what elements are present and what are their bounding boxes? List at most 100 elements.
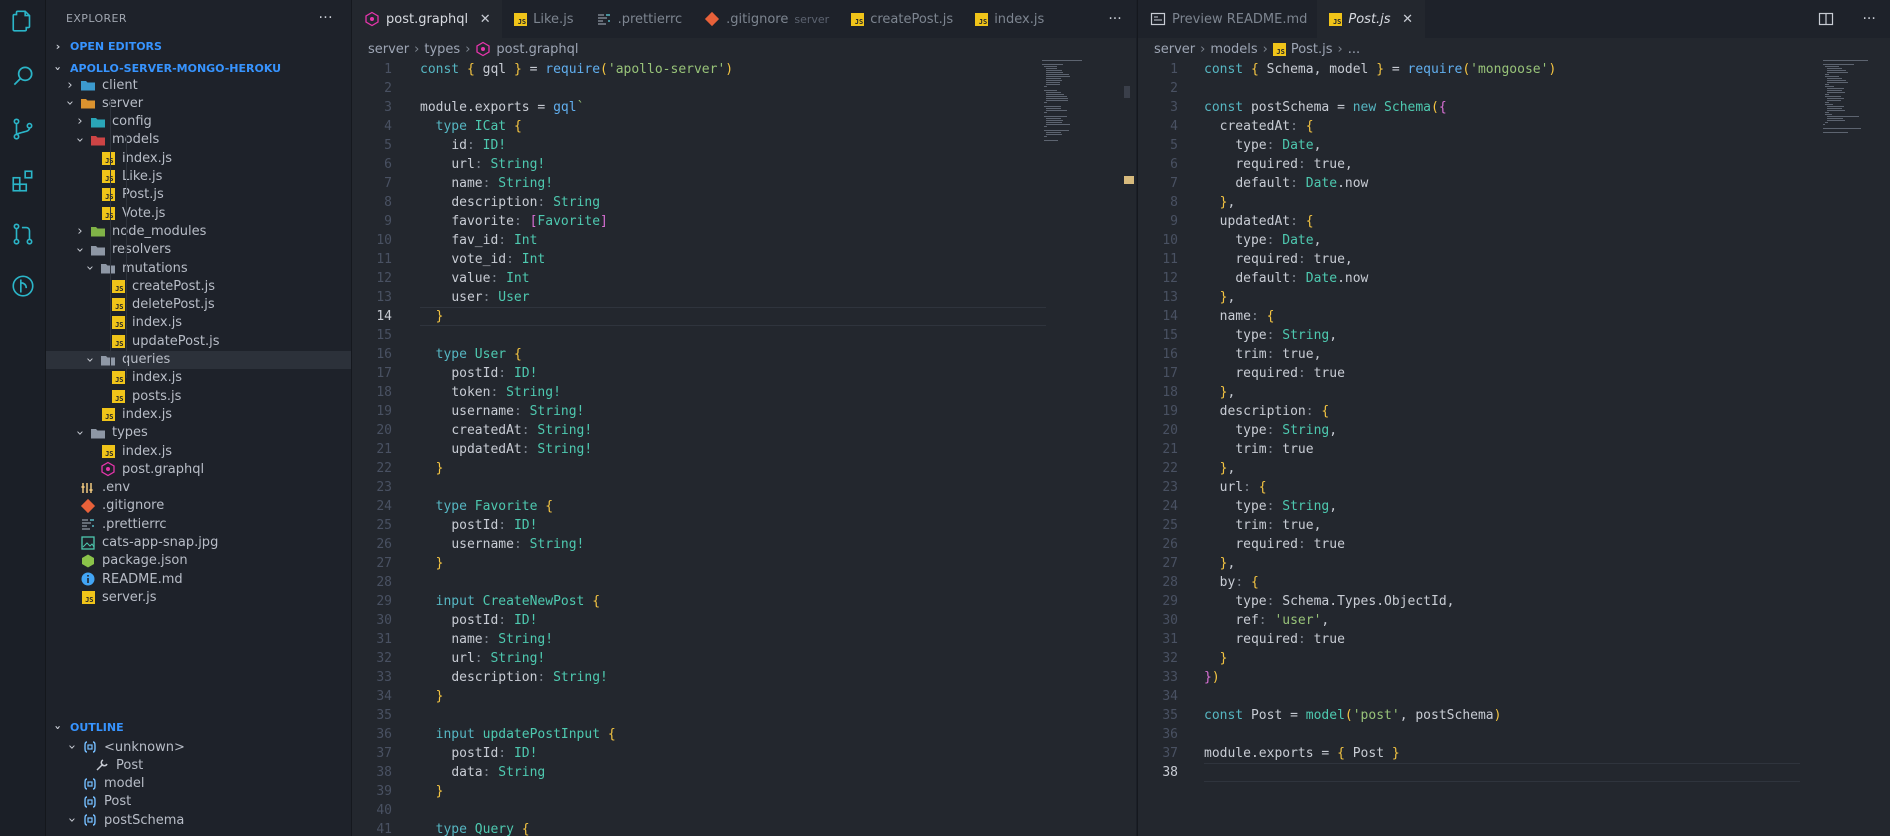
code-line[interactable]: 18 token: String!	[352, 383, 1136, 402]
outline-item[interactable]: › <unknown>	[46, 738, 351, 756]
code-line[interactable]: 5 id: ID!	[352, 136, 1136, 155]
code-line[interactable]: 13 },	[1138, 288, 1890, 307]
pull-requests-icon[interactable]	[0, 213, 46, 255]
code-editor-right[interactable]: 1 const { Schema, model } = require('mong…	[1138, 60, 1890, 836]
tree-item-js[interactable]: JS index.js	[46, 369, 351, 387]
extensions-icon[interactable]	[0, 160, 46, 202]
code-line[interactable]: 35 const Post = model('post', postSchema)	[1138, 706, 1890, 725]
breadcrumb-item[interactable]: server	[368, 42, 409, 57]
code-line[interactable]: 3 const postSchema = new Schema({	[1138, 98, 1890, 117]
code-line[interactable]: 18 },	[1138, 383, 1890, 402]
code-line[interactable]: 1 const { Schema, model } = require('mong…	[1138, 60, 1890, 79]
breadcrumb-item[interactable]: server	[1154, 42, 1195, 57]
code-line[interactable]: 11 required: true,	[1138, 250, 1890, 269]
code-line[interactable]: 8 description: String	[352, 193, 1136, 212]
code-line[interactable]: 6 required: true,	[1138, 155, 1890, 174]
breadcrumb-item[interactable]: models	[1210, 42, 1257, 57]
code-line[interactable]: 31 required: true	[1138, 630, 1890, 649]
gitlens-icon[interactable]	[0, 265, 46, 307]
open-editors-section[interactable]: › OPEN EDITORS	[46, 35, 351, 57]
tree-item-folder[interactable]: › queries	[46, 350, 351, 369]
tree-item-js[interactable]: JS index.js	[46, 405, 351, 423]
code-line[interactable]: 19 username: String!	[352, 402, 1136, 421]
tree-item-node[interactable]: package.json	[46, 552, 351, 570]
code-line[interactable]: 4 createdAt: {	[1138, 117, 1890, 136]
code-line[interactable]: 20 type: String,	[1138, 421, 1890, 440]
code-line[interactable]: 22 }	[352, 459, 1136, 478]
tab-post-graphql[interactable]: post.graphql ✕	[352, 0, 503, 38]
code-line[interactable]: 38	[1138, 763, 1890, 782]
code-line[interactable]: 39 }	[352, 782, 1136, 801]
code-line[interactable]: 36	[1138, 725, 1890, 744]
tree-item-info[interactable]: README.md	[46, 570, 351, 588]
code-line[interactable]: 23	[352, 478, 1136, 497]
code-line[interactable]: 5 type: Date,	[1138, 136, 1890, 155]
code-line[interactable]: 3 module.exports = gql`	[352, 98, 1136, 117]
code-line[interactable]: 19 description: {	[1138, 402, 1890, 421]
tree-item-git[interactable]: .gitignore	[46, 497, 351, 515]
code-line[interactable]: 23 url: {	[1138, 478, 1890, 497]
code-line[interactable]: 30 postId: ID!	[352, 611, 1136, 630]
code-line[interactable]: 38 data: String	[352, 763, 1136, 782]
code-line[interactable]: 33 description: String!	[352, 668, 1136, 687]
tab-preview-readme-md[interactable]: Preview README.md	[1138, 0, 1317, 38]
code-line[interactable]: 6 url: String!	[352, 155, 1136, 174]
tree-item-folder[interactable]: › config	[46, 113, 351, 131]
tree-item-js[interactable]: JS Post.js	[46, 186, 351, 204]
more-icon[interactable]: ···	[1862, 11, 1875, 27]
code-line[interactable]: 28 by: {	[1138, 573, 1890, 592]
code-line[interactable]: 33})	[1138, 668, 1890, 687]
code-line[interactable]: 26 username: String!	[352, 535, 1136, 554]
code-line[interactable]: 27 }	[352, 554, 1136, 573]
code-line[interactable]: 12 value: Int	[352, 269, 1136, 288]
tree-item-js[interactable]: JS index.js	[46, 149, 351, 167]
code-line[interactable]: 37 module.exports = { Post }	[1138, 744, 1890, 763]
code-line[interactable]: 32 url: String!	[352, 649, 1136, 668]
code-line[interactable]: 37 postId: ID!	[352, 744, 1136, 763]
code-line[interactable]: 9 favorite: [Favorite]	[352, 212, 1136, 231]
explorer-icon[interactable]	[0, 0, 46, 42]
tree-item-js[interactable]: JS createPost.js	[46, 277, 351, 295]
minimap-left[interactable]	[1042, 60, 1132, 170]
tree-item-js[interactable]: JS Like.js	[46, 168, 351, 186]
tab--prettierrc[interactable]: .prettierrc	[584, 0, 693, 38]
code-line[interactable]: 10 fav_id: Int	[352, 231, 1136, 250]
code-line[interactable]: 40	[352, 801, 1136, 820]
close-icon[interactable]: ✕	[478, 12, 492, 27]
code-line[interactable]: 34	[1138, 687, 1890, 706]
outline-item[interactable]: Post	[46, 793, 351, 811]
code-line[interactable]: 12 default: Date.now	[1138, 269, 1890, 288]
code-line[interactable]: 7 default: Date.now	[1138, 174, 1890, 193]
code-line[interactable]: 27 },	[1138, 554, 1890, 573]
code-line[interactable]: 21 trim: true	[1138, 440, 1890, 459]
code-line[interactable]: 2	[352, 79, 1136, 98]
outline-item[interactable]: Post	[46, 756, 351, 774]
code-line[interactable]: 11 vote_id: Int	[352, 250, 1136, 269]
tree-item-js[interactable]: JS updatePost.js	[46, 332, 351, 350]
tab-post-js[interactable]: JS Post.js ✕	[1317, 0, 1425, 38]
tab-index-js[interactable]: JS index.js	[963, 0, 1054, 38]
code-line[interactable]: 17 required: true	[1138, 364, 1890, 383]
code-line[interactable]: 16 type User {	[352, 345, 1136, 364]
code-line[interactable]: 10 type: Date,	[1138, 231, 1890, 250]
code-line[interactable]: 36 input updatePostInput {	[352, 725, 1136, 744]
code-line[interactable]: 20 createdAt: String!	[352, 421, 1136, 440]
tree-item-folder[interactable]: › types	[46, 424, 351, 442]
code-line[interactable]: 15	[352, 326, 1136, 345]
tree-item-js[interactable]: JS server.js	[46, 588, 351, 606]
tree-item-folder[interactable]: › server	[46, 94, 351, 112]
more-actions-icon[interactable]: ···	[318, 10, 333, 26]
close-icon[interactable]: ✕	[1401, 12, 1415, 27]
breadcrumb-item[interactable]: types	[424, 42, 460, 57]
code-line[interactable]: 26 required: true	[1138, 535, 1890, 554]
search-icon[interactable]	[0, 55, 46, 97]
outline-section[interactable]: › OUTLINE	[46, 716, 351, 738]
code-editor-left[interactable]: 1 const { gql } = require('apollo-server'…	[352, 60, 1136, 836]
tree-item-folder[interactable]: › mutations	[46, 259, 351, 277]
tree-item-folder[interactable]: › models	[46, 131, 351, 149]
tree-item-folder[interactable]: › client	[46, 76, 351, 94]
tree-item-image[interactable]: cats-app-snap.jpg	[46, 534, 351, 552]
code-line[interactable]: 14 name: {	[1138, 307, 1890, 326]
tree-item-js[interactable]: JS index.js	[46, 442, 351, 460]
breadcrumb-item[interactable]: Post.js	[1291, 42, 1333, 57]
